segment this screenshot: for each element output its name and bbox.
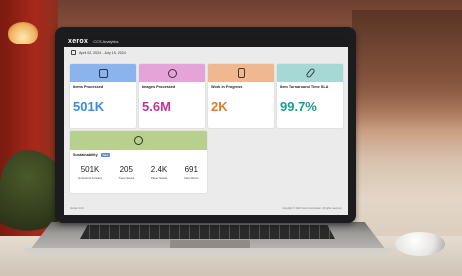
metric-label: Paper Saved xyxy=(150,176,168,180)
laptop-keyboard xyxy=(80,225,335,239)
date-range-picker[interactable]: April 02, 2024 - July 15, 2024 xyxy=(64,47,348,58)
card-value: 2K xyxy=(211,99,228,114)
metric-trees-saved: 205 Trees Saved xyxy=(118,165,134,180)
card-value: 501K xyxy=(73,99,105,114)
calendar-icon xyxy=(71,50,76,55)
card-header xyxy=(70,64,136,82)
card-images-processed[interactable]: Images Processed 5.6M xyxy=(139,64,205,128)
metric-emissions-avoided: 501K Emissions Avoided xyxy=(78,165,101,180)
laptop-front-edge xyxy=(24,248,392,254)
metric-value: 2.4K xyxy=(150,165,168,174)
version-text: Version 2.0.0 xyxy=(70,207,84,210)
card-header xyxy=(70,131,207,150)
sustainability-title-row: Sustainability New xyxy=(70,150,207,157)
card-label: Item Turnaround Time SLA xyxy=(280,85,329,89)
brand-logo[interactable]: xerox xyxy=(68,38,88,45)
card-header xyxy=(277,64,343,82)
card-label: Images Processed xyxy=(142,85,176,89)
metric-cars-driven: 691 Cars Driven xyxy=(184,165,199,180)
app-header: xerox CCS Analytics xyxy=(64,35,348,47)
new-badge: New xyxy=(100,153,111,157)
card-item-turnaround-sla[interactable]: Item Turnaround Time SLA 99.7% xyxy=(277,64,343,128)
lamp xyxy=(8,22,38,44)
metric-label: Trees Saved xyxy=(118,176,135,180)
background-shelf xyxy=(352,10,462,130)
card-header xyxy=(139,64,205,82)
app-footer: Version 2.0.0 Copyright © 2024 Xerox Cor… xyxy=(70,207,342,210)
metric-value: 501K xyxy=(80,165,100,174)
laptop-screen: xerox CCS Analytics April 02, 2024 - Jul… xyxy=(64,35,348,215)
leaf-icon xyxy=(134,136,143,145)
card-value: 5.6M xyxy=(142,99,171,114)
mouse xyxy=(395,232,445,256)
date-range-label: April 02, 2024 - July 15, 2024 xyxy=(79,50,126,55)
sustainability-metrics: 501K Emissions Avoided 205 Trees Saved 2… xyxy=(70,157,207,180)
metric-value: 691 xyxy=(184,165,198,174)
card-value: 99.7% xyxy=(280,99,317,114)
metric-label: Cars Driven xyxy=(183,176,199,180)
paperclip-icon xyxy=(304,67,316,79)
mobile-icon xyxy=(237,68,245,78)
metric-label: Emissions Avoided xyxy=(78,176,102,180)
card-label: Items Processed xyxy=(73,85,104,89)
card-label: Work in Progress xyxy=(211,85,243,89)
copyright-text: Copyright © 2024 Xerox Corporation. All … xyxy=(282,207,342,210)
card-label: Sustainability xyxy=(73,153,98,157)
atom-icon xyxy=(167,68,177,78)
card-header xyxy=(208,64,274,82)
app-title: CCS Analytics xyxy=(93,38,119,44)
metric-value: 205 xyxy=(119,165,133,174)
card-items-processed[interactable]: Items Processed 501K xyxy=(70,64,136,128)
card-work-in-progress[interactable]: Work in Progress 2K xyxy=(208,64,274,128)
kpi-cards: Items Processed 501K Images Processed 5.… xyxy=(70,64,343,128)
metric-paper-saved: 2.4K Paper Saved xyxy=(151,165,167,180)
card-sustainability[interactable]: Sustainability New 501K Emissions Avoide… xyxy=(70,131,207,193)
document-icon xyxy=(98,68,108,78)
